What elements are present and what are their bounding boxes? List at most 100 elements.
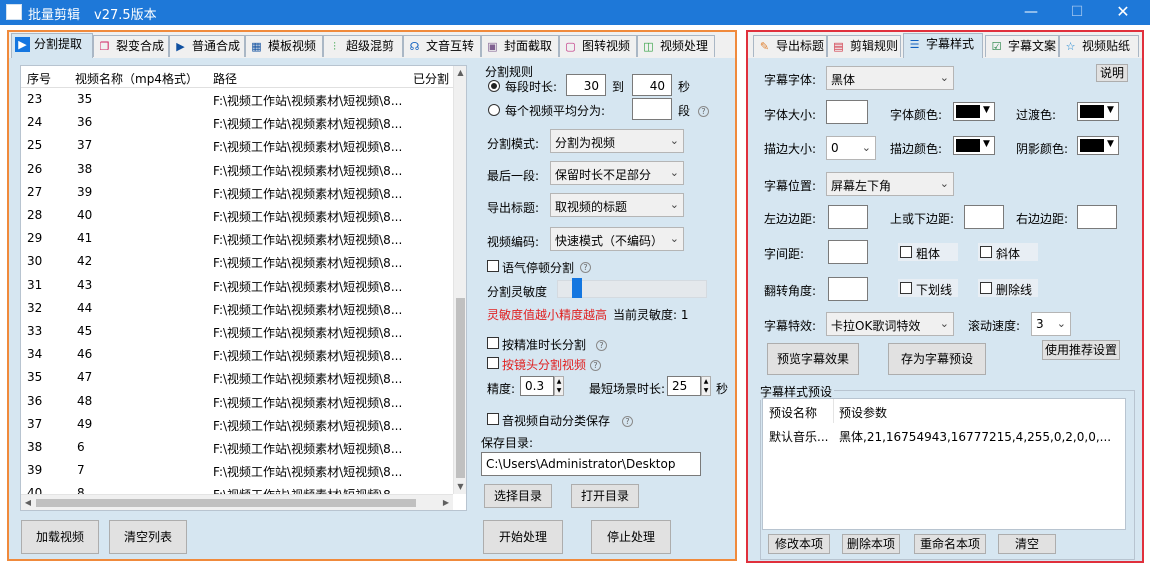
segment-count-input[interactable]: [632, 98, 672, 120]
last-segment-select[interactable]: 保留时长不足部分 ⌄: [550, 161, 684, 185]
table-row[interactable]: 39 7 F:\视频工作站\视频素材\短视频\8...: [21, 459, 453, 482]
bold-option[interactable]: 粗体: [898, 243, 958, 261]
each-length-radio[interactable]: [488, 80, 500, 92]
scroll-thumb[interactable]: [36, 499, 416, 507]
export-title-select[interactable]: 取视频的标题 ⌄: [550, 193, 684, 217]
preset-col-params[interactable]: 预设参数: [839, 404, 887, 421]
preset-list[interactable]: 预设名称 预设参数 默认音乐... 黑体,21,16754943,1677721…: [762, 398, 1126, 530]
help-icon[interactable]: ?: [580, 262, 591, 273]
underline-option[interactable]: 下划线: [898, 279, 958, 297]
stroke-size-select[interactable]: 0 ⌄: [826, 136, 876, 160]
split-mode-select[interactable]: 分割为视频 ⌄: [550, 129, 684, 153]
average-split-radio[interactable]: [488, 104, 500, 116]
sensitivity-slider-thumb[interactable]: [572, 278, 582, 298]
col-video-name[interactable]: 视频名称（mp4格式）: [75, 70, 198, 87]
table-row[interactable]: 36 48 F:\视频工作站\视频素材\短视频\8...: [21, 390, 453, 413]
col-index[interactable]: 序号: [27, 70, 51, 87]
help-icon[interactable]: ?: [698, 106, 709, 117]
clear-list-button[interactable]: 清空列表: [109, 520, 187, 554]
table-row[interactable]: 26 38 F:\视频工作站\视频素材\短视频\8...: [21, 158, 453, 181]
tab-subtitle-style[interactable]: ☰ 字幕样式: [903, 33, 983, 58]
max-length-input[interactable]: 40: [632, 74, 672, 96]
delete-preset-button[interactable]: 删除本项: [842, 534, 900, 554]
underline-checkbox[interactable]: [900, 282, 912, 294]
rename-preset-button[interactable]: 重命名本项: [914, 534, 986, 554]
preview-subtitle-button[interactable]: 预览字幕效果: [767, 343, 859, 375]
tab-video-sticker[interactable]: ☆ 视频贴纸: [1059, 35, 1139, 57]
scroll-right-icon[interactable]: ▶: [439, 495, 453, 510]
use-recommended-button[interactable]: 使用推荐设置: [1042, 340, 1120, 360]
tab-cover-capture[interactable]: ▣ 封面截取: [481, 35, 559, 57]
save-preset-button[interactable]: 存为字幕预设: [888, 343, 986, 375]
precision-stepper[interactable]: ▲ ▼: [554, 376, 564, 396]
help-icon[interactable]: ?: [622, 416, 633, 427]
table-row[interactable]: 38 6 F:\视频工作站\视频素材\短视频\8...: [21, 436, 453, 459]
table-row[interactable]: 24 36 F:\视频工作站\视频素材\短视频\8...: [21, 111, 453, 134]
col-split-done[interactable]: 已分割: [413, 70, 449, 87]
pause-split-checkbox[interactable]: [487, 260, 499, 272]
explain-button[interactable]: 说明: [1096, 64, 1128, 82]
minimize-button[interactable]: —: [1008, 0, 1054, 25]
table-row[interactable]: 25 37 F:\视频工作站\视频素材\短视频\8...: [21, 134, 453, 157]
preset-col-name[interactable]: 预设名称: [769, 404, 817, 421]
shadow-color-picker[interactable]: ▼: [1077, 136, 1119, 155]
modify-preset-button[interactable]: 修改本项: [768, 534, 830, 554]
strike-checkbox[interactable]: [980, 282, 992, 294]
tab-edit-rules[interactable]: ▤ 剪辑规则: [827, 35, 901, 57]
table-row[interactable]: 30 42 F:\视频工作站\视频素材\短视频\8...: [21, 250, 453, 273]
table-row[interactable]: 34 46 F:\视频工作站\视频素材\短视频\8...: [21, 343, 453, 366]
stroke-color-picker[interactable]: ▼: [953, 136, 995, 155]
scroll-down-icon[interactable]: ▼: [454, 480, 466, 494]
tab-video-process[interactable]: ◫ 视频处理: [637, 35, 715, 57]
maximize-button[interactable]: ☐: [1054, 0, 1100, 25]
tab-image-to-video[interactable]: ▢ 图转视频: [559, 35, 637, 57]
italic-option[interactable]: 斜体: [978, 243, 1038, 261]
tab-text-audio[interactable]: ☊ 文音互转: [403, 35, 481, 57]
tab-subtitle-text[interactable]: ☑ 字幕文案: [985, 35, 1059, 57]
video-list[interactable]: 序号 视频名称（mp4格式） 路径 已分割 23 35 F:\视频工作站\视频素材\…: [20, 65, 467, 511]
tab-template-video[interactable]: ▦ 模板视频: [245, 35, 323, 57]
scroll-left-icon[interactable]: ◀: [21, 495, 35, 510]
open-dir-button[interactable]: 打开目录: [571, 484, 639, 508]
table-row[interactable]: 32 44 F:\视频工作站\视频素材\短视频\8...: [21, 297, 453, 320]
precision-input[interactable]: 0.3: [520, 376, 554, 396]
table-row[interactable]: 33 45 F:\视频工作站\视频素材\短视频\8...: [21, 320, 453, 343]
tab-fission-merge[interactable]: ❐ 裂变合成: [93, 35, 169, 57]
tab-super-mix[interactable]: ⫶ 超级混剪: [323, 35, 403, 57]
help-icon[interactable]: ?: [596, 340, 607, 351]
strike-option[interactable]: 删除线: [978, 279, 1038, 297]
stop-process-button[interactable]: 停止处理: [591, 520, 671, 554]
vertical-scrollbar[interactable]: ▲ ▼: [453, 66, 466, 494]
precise-length-checkbox[interactable]: [487, 337, 499, 349]
start-process-button[interactable]: 开始处理: [483, 520, 563, 554]
scroll-speed-select[interactable]: 3 ⌄: [1031, 312, 1071, 336]
help-icon[interactable]: ?: [590, 360, 601, 371]
italic-checkbox[interactable]: [980, 246, 992, 258]
vertical-margin-input[interactable]: [964, 205, 1004, 229]
rotate-input[interactable]: [828, 277, 868, 301]
tab-split-extract[interactable]: ▶ 分割提取: [11, 33, 93, 58]
font-size-input[interactable]: [826, 100, 868, 124]
table-row[interactable]: 29 41 F:\视频工作站\视频素材\短视频\8...: [21, 227, 453, 250]
horizontal-scrollbar[interactable]: ◀ ▶: [21, 494, 453, 510]
font-select[interactable]: 黑体 ⌄: [826, 66, 954, 90]
scroll-up-icon[interactable]: ▲: [454, 66, 466, 80]
table-row[interactable]: 31 43 F:\视频工作站\视频素材\短视频\8...: [21, 274, 453, 297]
right-margin-input[interactable]: [1077, 205, 1117, 229]
table-row[interactable]: 27 39 F:\视频工作站\视频素材\短视频\8...: [21, 181, 453, 204]
table-row[interactable]: 37 49 F:\视频工作站\视频素材\短视频\8...: [21, 413, 453, 436]
min-length-input[interactable]: 30: [566, 74, 606, 96]
table-row[interactable]: 23 35 F:\视频工作站\视频素材\短视频\8...: [21, 88, 453, 111]
min-scene-stepper[interactable]: ▲ ▼: [701, 376, 711, 396]
transition-color-picker[interactable]: ▼: [1077, 102, 1119, 121]
tab-export-title[interactable]: ✎ 导出标题: [753, 35, 827, 57]
col-path[interactable]: 路径: [213, 70, 237, 87]
position-select[interactable]: 屏幕左下角 ⌄: [826, 172, 954, 196]
scroll-thumb[interactable]: [456, 298, 465, 478]
table-row[interactable]: 28 40 F:\视频工作站\视频素材\短视频\8...: [21, 204, 453, 227]
load-video-button[interactable]: 加载视频: [21, 520, 99, 554]
min-scene-input[interactable]: 25: [667, 376, 701, 396]
title-bar[interactable]: 批量剪辑 v27.5版本 — ☐ ✕: [0, 0, 1150, 25]
shot-split-checkbox[interactable]: [487, 357, 499, 369]
table-row[interactable]: 35 47 F:\视频工作站\视频素材\短视频\8...: [21, 366, 453, 389]
